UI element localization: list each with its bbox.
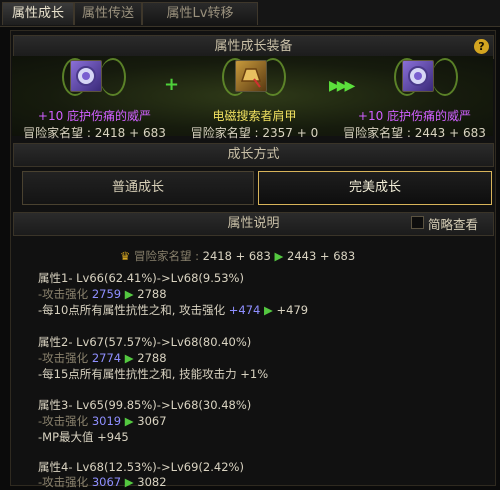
attr4-stat-line: -攻击强化 3067 ▶ 3082 xyxy=(38,474,167,490)
arrow-icon: ▶ xyxy=(264,303,273,317)
source-equipment-fame: 冒险家名望 : 2418 + 683 xyxy=(23,126,166,140)
result-equipment-name: +10 庇护伤痛的威严 xyxy=(357,109,472,123)
material-equipment-info: 电磁搜索者肩甲 冒险家名望 : 2357 + 0 xyxy=(182,107,327,141)
source-equipment-slot[interactable] xyxy=(70,60,102,92)
attr3-stat-from: 3019 xyxy=(91,414,122,428)
source-equipment-info: +10 庇护伤痛的威严 冒险家名望 : 2418 + 683 xyxy=(12,107,177,141)
tab-attribute-lv-transfer[interactable]: 属性Lv转移 xyxy=(142,2,258,25)
arrow-icon: ▶ xyxy=(274,249,284,263)
attr2-stat-from: 2774 xyxy=(91,351,122,365)
arrow-icon: ▶ xyxy=(124,414,134,428)
arrow-icon: ▶ xyxy=(124,351,134,365)
attr1-effect-line: -每10点所有属性抗性之和, 攻击强化 +474 ▶ +479 xyxy=(38,302,308,318)
wing-right-decoration xyxy=(432,58,458,96)
help-icon[interactable]: ? xyxy=(474,39,489,54)
normal-growth-button[interactable]: 普通成长 xyxy=(22,171,254,205)
result-equipment-slot[interactable] xyxy=(402,60,434,92)
source-equipment-name: +10 庇护伤痛的威严 xyxy=(37,109,152,123)
attr1-effect-text: -每10点所有属性抗性之和, 攻击强化 xyxy=(38,303,226,317)
attr3-stat-to: 3067 xyxy=(137,414,167,428)
material-equipment-name: 电磁搜索者肩甲 xyxy=(212,109,297,123)
material-equipment-fame: 冒险家名望 : 2357 + 0 xyxy=(190,126,319,140)
attr1-effect-from: +474 xyxy=(228,303,261,317)
fame-label: 冒险家名望 : xyxy=(133,249,199,263)
attr1-title: 属性1- Lv66(62.41%)->Lv68(9.53%) xyxy=(38,271,244,285)
brief-view-checkbox[interactable] xyxy=(411,216,424,229)
tab-bar: 属性成长 属性传送 属性Lv转移 xyxy=(0,0,500,27)
fame-current: 2418 + 683 xyxy=(202,249,271,263)
attr3-stat-line: -攻击强化 3019 ▶ 3067 xyxy=(38,413,167,429)
arrow-right-icon: ▶▶▶ xyxy=(329,78,355,94)
attr2-stat-line: -攻击强化 2774 ▶ 2788 xyxy=(38,350,167,366)
fame-line: ♛ 冒险家名望 : 2418 + 683 ▶ 2443 + 683 xyxy=(120,248,355,264)
wing-right-decoration xyxy=(100,58,126,96)
shoulder-armor-icon xyxy=(240,68,262,88)
arrow-icon: ▶ xyxy=(124,475,134,489)
attr4-stat-label: -攻击强化 xyxy=(38,475,89,489)
attr1-stat-to: 2788 xyxy=(137,287,167,301)
fame-next: 2443 + 683 xyxy=(287,249,356,263)
desc-section-title: 属性说明 xyxy=(227,216,280,231)
attr4-stat-from: 3067 xyxy=(91,475,122,489)
attr3-effect-text: -MP最大值 +945 xyxy=(38,430,129,444)
attr1-stat-label: -攻击强化 xyxy=(38,287,89,301)
result-equipment-fame: 冒险家名望 : 2443 + 683 xyxy=(343,126,486,140)
attr1-stat-line: -攻击强化 2759 ▶ 2788 xyxy=(38,286,167,302)
attr2-stat-label: -攻击强化 xyxy=(38,351,89,365)
crown-icon: ♛ xyxy=(120,249,131,263)
tab-attribute-transfer[interactable]: 属性传送 xyxy=(74,2,142,25)
arrow-icon: ▶ xyxy=(124,287,134,301)
attr4-stat-to: 3082 xyxy=(137,475,167,489)
attr1-stat-from: 2759 xyxy=(91,287,122,301)
attr2-effect-text: -每15点所有属性抗性之和, 技能攻击力 +1% xyxy=(38,367,269,381)
equipment-row: +10 庇护伤痛的威严 冒险家名望 : 2418 + 683 + 电磁搜索者肩甲… xyxy=(12,56,493,140)
tab-attribute-growth[interactable]: 属性成长 xyxy=(2,2,74,25)
growth-section-header: 成长方式 xyxy=(13,143,494,167)
equip-section-title: 属性成长装备 xyxy=(214,39,293,54)
brief-view-label: 简略查看 xyxy=(428,217,479,232)
attr3-title: 属性3- Lv65(99.85%)->Lv68(30.48%) xyxy=(38,398,252,412)
attr2-stat-to: 2788 xyxy=(137,351,167,365)
material-equipment-slot[interactable] xyxy=(235,60,267,92)
shield-accessory-icon xyxy=(76,66,96,86)
result-equipment-info: +10 庇护伤痛的威严 冒险家名望 : 2443 + 683 xyxy=(332,107,497,141)
attr4-title: 属性4- Lv68(12.53%)->Lv69(2.42%) xyxy=(38,460,244,474)
growth-section-title: 成长方式 xyxy=(227,147,280,162)
attr3-stat-label: -攻击强化 xyxy=(38,414,89,428)
attr1-effect-to: +479 xyxy=(276,303,309,317)
attr2-title: 属性2- Lv67(57.57%)->Lv68(80.40%) xyxy=(38,335,252,349)
perfect-growth-button[interactable]: 完美成长 xyxy=(258,171,492,205)
shield-accessory-icon xyxy=(408,66,428,86)
plus-icon: + xyxy=(164,74,180,95)
